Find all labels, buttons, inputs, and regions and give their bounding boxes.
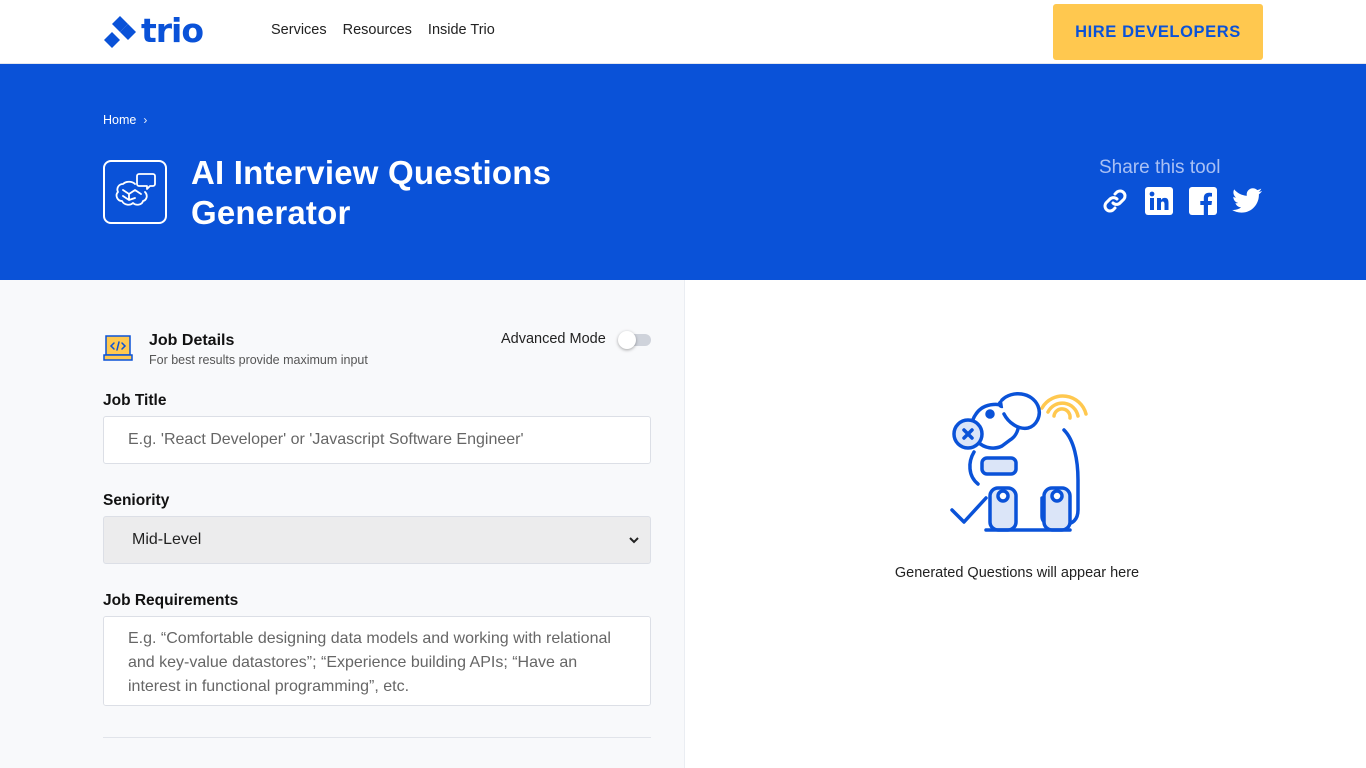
breadcrumb: Home › [103, 113, 147, 127]
trio-logo-icon [104, 16, 136, 48]
twitter-icon[interactable] [1231, 185, 1263, 217]
link-icon[interactable] [1099, 185, 1131, 217]
nav-services[interactable]: Services [271, 22, 327, 38]
share-label: Share this tool [1099, 157, 1221, 178]
section-divider [103, 737, 651, 738]
job-requirements-label: Job Requirements [103, 592, 239, 609]
job-details-panel: Job Details For best results provide max… [0, 280, 685, 768]
generated-questions-panel: Generated Questions will appear here [686, 280, 1366, 768]
share-icons [1099, 185, 1263, 217]
section-subtitle: For best results provide maximum input [149, 353, 368, 367]
seniority-label: Seniority [103, 492, 170, 509]
facebook-icon[interactable] [1187, 185, 1219, 217]
brand-name: trio [141, 11, 204, 50]
toggle-knob [618, 331, 636, 349]
nav-resources[interactable]: Resources [343, 22, 412, 38]
advanced-mode-toggle[interactable] [618, 331, 651, 349]
linkedin-icon[interactable] [1143, 185, 1175, 217]
trio-logo[interactable]: trio [103, 11, 204, 50]
robot-dog-illustration-icon [950, 392, 1088, 532]
section-title: Job Details [149, 332, 235, 349]
job-title-input[interactable] [103, 416, 651, 464]
seniority-value: Mid-Level [132, 531, 202, 548]
chevron-down-icon [629, 537, 639, 544]
nav-inside-trio[interactable]: Inside Trio [428, 22, 495, 38]
top-nav-bar: trio Services Resources Inside Trio HIRE… [0, 0, 1366, 64]
job-title-label: Job Title [103, 392, 167, 409]
empty-state-message: Generated Questions will appear here [894, 565, 1140, 581]
hero-banner: Home › AI Interview Questions Generator … [0, 64, 1366, 280]
code-laptop-icon [103, 335, 133, 361]
brain-chat-icon [103, 160, 167, 224]
hire-developers-button[interactable]: HIRE DEVELOPERS [1053, 4, 1263, 60]
main-nav: Services Resources Inside Trio [271, 22, 495, 38]
seniority-select[interactable]: Mid-Level [103, 516, 651, 564]
page-title: AI Interview Questions Generator [191, 154, 552, 231]
chevron-right-icon: › [143, 113, 148, 127]
advanced-mode-label: Advanced Mode [501, 331, 606, 347]
breadcrumb-home[interactable]: Home [103, 113, 136, 127]
job-requirements-input[interactable] [103, 616, 651, 706]
